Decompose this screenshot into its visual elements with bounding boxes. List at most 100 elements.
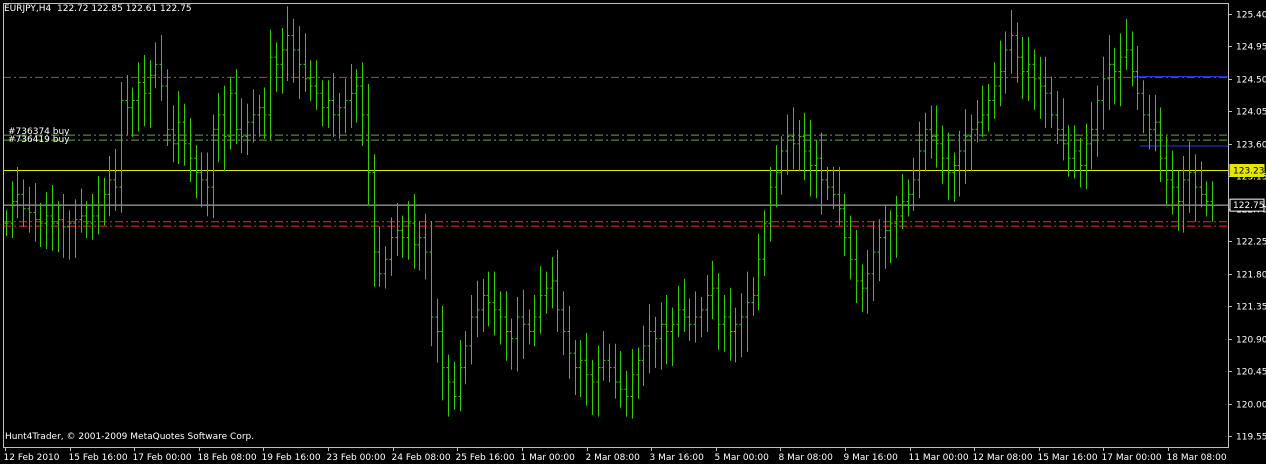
ohlc-bar — [797, 119, 802, 172]
ohlc-bar — [664, 295, 669, 365]
ohlc-bar — [44, 192, 49, 249]
ohlc-bar — [917, 121, 922, 199]
ohlc-bar — [475, 280, 480, 338]
ohlc-bar — [148, 60, 153, 128]
ohlc-bar — [791, 107, 796, 170]
ohlc-bar — [1181, 156, 1186, 233]
ohlc-bar — [716, 273, 721, 350]
ohlc-bar — [73, 199, 78, 258]
ohlc-bar — [980, 85, 985, 137]
ohlc-bar — [136, 62, 141, 132]
ohlc-bar — [653, 316, 658, 368]
ohlc-bar — [176, 91, 181, 164]
ohlc-bar — [946, 132, 951, 201]
ohlc-bar — [1055, 91, 1060, 145]
ohlc-bar — [21, 179, 26, 228]
ohlc-bars — [4, 6, 1215, 419]
ohlc-bar — [963, 109, 968, 184]
ohlc-bar — [113, 148, 118, 211]
chart-window[interactable]: 125.40 124.95 124.50 124.05 123.60 123.15 122.… — [0, 0, 1266, 464]
ohlc-bar — [262, 87, 267, 139]
y-tick-label: 121.35 — [1236, 303, 1266, 313]
ohlc-bar — [257, 94, 262, 137]
price-chart[interactable]: 125.40124.95124.50124.05123.60123.15122.… — [0, 0, 1266, 464]
ohlc-bar — [934, 105, 939, 168]
ohlc-bar — [1187, 141, 1192, 213]
ohlc-bar — [1118, 33, 1123, 107]
ohlc-bar — [871, 221, 876, 302]
ohlc-bar — [463, 331, 468, 385]
ohlc-bar — [469, 295, 474, 365]
ohlc-bar — [406, 201, 411, 260]
ohlc-bar — [67, 210, 72, 260]
ohlc-bar — [1038, 56, 1043, 119]
ohlc-bar — [153, 42, 158, 89]
y-tick-label: 124.50 — [1236, 76, 1266, 86]
ohlc-bar — [676, 286, 681, 338]
ohlc-bar — [733, 307, 738, 363]
ohlc-bar — [107, 156, 112, 217]
x-tick-label: 15 Feb 16:00 — [69, 453, 128, 463]
ohlc-bar — [647, 304, 652, 374]
ohlc-bar — [607, 343, 612, 383]
ohlc-bar — [624, 370, 629, 417]
ohlc-bar — [538, 266, 543, 334]
ohlc-bar — [165, 69, 170, 146]
ohlc-bar — [125, 74, 130, 136]
ohlc-bar — [326, 80, 331, 128]
ohlc-bar — [819, 132, 824, 215]
ohlc-bar — [1141, 80, 1146, 134]
ohlc-bar — [940, 125, 945, 184]
ohlc-bar — [417, 221, 422, 271]
ohlc-bar — [366, 83, 371, 206]
ohlc-bar — [1199, 161, 1204, 208]
x-tick-label: 25 Feb 16:00 — [456, 453, 515, 463]
x-tick-label: 11 Mar 00:00 — [909, 453, 969, 463]
ohlc-bar — [756, 233, 761, 311]
ohlc-bar — [1032, 49, 1037, 110]
ohlc-bar — [1124, 18, 1129, 71]
ohlc-bar — [831, 166, 836, 210]
ohlc-bar — [343, 78, 348, 134]
ohlc-bar — [4, 210, 9, 237]
ohlc-bar — [900, 174, 905, 229]
ohlc-bar — [659, 302, 664, 370]
ohlc-bar — [618, 350, 623, 408]
ohlc-bar — [641, 325, 646, 386]
x-tick-label: 24 Feb 08:00 — [392, 453, 451, 463]
symbol-label: EURJPY,H4 — [4, 4, 52, 14]
y-tick-label: 121.80 — [1236, 271, 1266, 281]
ohlc-bar — [280, 27, 285, 94]
ohlc-bar — [1210, 181, 1215, 222]
ohlc-bar — [291, 18, 296, 83]
ohlc-bar — [1078, 138, 1083, 188]
ohlc-bar — [337, 92, 342, 139]
ohlc-bar — [130, 87, 135, 137]
y-tick-label: 119.55 — [1236, 433, 1266, 443]
ohlc-bar — [245, 103, 250, 155]
ohlc-bar — [573, 340, 578, 396]
ohlc-bar — [1204, 181, 1209, 217]
price-tags: 123.23 122.75 — [1229, 163, 1265, 212]
ohlc-bar — [699, 296, 704, 338]
ohlc-bar — [228, 76, 233, 150]
ohlc-bar — [705, 275, 710, 332]
ohlc-bar — [745, 271, 750, 352]
ohlc-bar — [509, 318, 514, 370]
x-tick-label: 15 Mar 16:00 — [1038, 453, 1098, 463]
ohlc-bar — [596, 345, 601, 417]
ohlc-bar — [222, 85, 227, 172]
ohlc-bar — [314, 60, 319, 110]
ohlc-bar — [452, 361, 457, 410]
ohlc-bar — [349, 64, 354, 128]
ohlc-bar — [1095, 85, 1100, 157]
ohlc-bar — [521, 289, 526, 359]
ohlc-bar — [687, 298, 692, 341]
ohlc-bar — [751, 276, 756, 316]
ohlc-bar — [383, 246, 388, 289]
ohlc-bar — [785, 114, 790, 175]
ohlc-bar — [15, 166, 20, 219]
ohlc-bar — [10, 181, 15, 238]
ohlc-readout: 122.72 122.85 122.61 122.75 — [57, 4, 192, 14]
ohlc-bar — [1135, 45, 1140, 110]
